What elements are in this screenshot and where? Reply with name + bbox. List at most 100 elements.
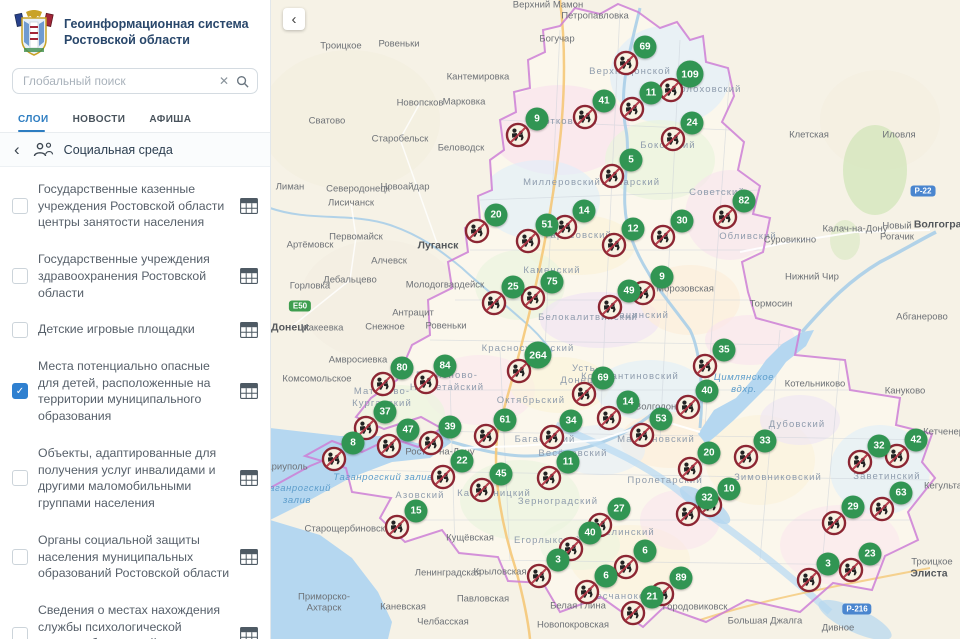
- search-icon[interactable]: [236, 75, 249, 88]
- layer-row[interactable]: Сведения о местах нахождения службы псих…: [0, 592, 270, 639]
- layer-row[interactable]: Детские игровые площадки: [0, 311, 270, 348]
- tab-afisha[interactable]: АФИША: [149, 110, 191, 132]
- layer-list: Государственные казенные учреждения Рост…: [0, 167, 270, 639]
- layer-checkbox[interactable]: [12, 268, 28, 284]
- sidebar-collapse-button[interactable]: ‹: [283, 8, 305, 30]
- children-warning-icon: [602, 233, 627, 258]
- children-warning-icon: [573, 105, 598, 130]
- town-label: Кегульта: [924, 480, 960, 491]
- town-label: Луганск: [418, 240, 459, 253]
- cluster-count: 11: [557, 451, 580, 474]
- children-warning-icon: [527, 564, 552, 589]
- cluster-count: 12: [622, 218, 645, 241]
- layer-checkbox[interactable]: [12, 322, 28, 338]
- children-warning-icon: [651, 225, 676, 250]
- cluster-count: 3: [547, 549, 570, 572]
- town-label: Лисичанск: [328, 197, 374, 208]
- back-chevron-icon[interactable]: ‹: [12, 141, 22, 158]
- town-label: Элиста: [910, 568, 947, 581]
- children-warning-icon: [470, 478, 495, 503]
- water-label: Цимлянское вдхр.: [714, 372, 774, 396]
- children-warning-icon: [678, 457, 703, 482]
- layer-checkbox[interactable]: [12, 549, 28, 565]
- children-warning-icon: [506, 123, 531, 148]
- layer-label: Объекты, адаптированные для получения ус…: [38, 445, 230, 512]
- town-label: Каневская: [380, 601, 426, 612]
- search-input[interactable]: [21, 73, 212, 89]
- town-label: Молодогвардейск: [406, 279, 484, 290]
- town-label: Ровеньки: [425, 320, 466, 331]
- cluster-count: 3: [817, 553, 840, 576]
- district-label: Зимовниковский: [734, 472, 822, 484]
- tab-layers[interactable]: СЛОИ: [18, 110, 49, 132]
- layer-checkbox[interactable]: [12, 627, 28, 639]
- cluster-count: 109: [677, 61, 704, 88]
- children-warning-icon: [597, 406, 622, 431]
- cluster-count: 63: [890, 482, 913, 505]
- cluster-count: 84: [434, 355, 457, 378]
- cluster-count: 29: [842, 496, 865, 519]
- children-warning-icon: [322, 447, 347, 472]
- layer-checkbox[interactable]: [12, 198, 28, 214]
- table-icon[interactable]: [240, 198, 258, 214]
- cluster-count: 264: [525, 342, 552, 369]
- layer-checkbox[interactable]: [12, 470, 28, 486]
- children-warning-icon: [371, 372, 396, 397]
- cluster-count: 53: [650, 408, 673, 431]
- town-label: Троицкое: [911, 556, 952, 567]
- cluster-count: 6: [595, 565, 618, 588]
- town-label: Приморско- Ахтарск: [298, 592, 350, 615]
- layer-row[interactable]: Объекты, адаптированные для получения ус…: [0, 435, 270, 522]
- town-label: Кантемировка: [447, 71, 510, 82]
- children-warning-icon: [572, 382, 597, 407]
- table-icon[interactable]: [240, 627, 258, 639]
- cluster-count: 51: [536, 214, 559, 237]
- town-label: Амвросиевка: [329, 354, 388, 365]
- layer-label: Места потенциально опасные для детей, ра…: [38, 358, 230, 425]
- cluster-count: 15: [405, 500, 428, 523]
- layer-checkbox[interactable]: [12, 383, 28, 399]
- clear-search-icon[interactable]: ✕: [219, 75, 229, 87]
- children-warning-icon: [600, 164, 625, 189]
- town-label: Ровеньки: [378, 38, 419, 49]
- children-warning-icon: [734, 445, 759, 470]
- table-icon[interactable]: [240, 383, 258, 399]
- town-label: Котельниково: [785, 378, 846, 389]
- cluster-count: 21: [641, 586, 664, 609]
- children-warning-icon: [614, 51, 639, 76]
- children-warning-icon: [598, 295, 623, 320]
- town-label: Горловка: [290, 280, 330, 291]
- app-header: Геоинформационная система Ростовской обл…: [0, 0, 270, 64]
- town-label: Новоайдар: [380, 181, 429, 192]
- table-icon[interactable]: [240, 268, 258, 284]
- layer-row[interactable]: Государственные казенные учреждения Рост…: [0, 171, 270, 241]
- town-label: Кетченеры: [923, 426, 960, 437]
- layer-row[interactable]: Государственные учреждения здравоохранен…: [0, 241, 270, 311]
- layer-row[interactable]: Органы социальной защиты населения муниц…: [0, 522, 270, 592]
- town-label: Крыловская: [473, 566, 526, 577]
- layer-label: Государственные казенные учреждения Рост…: [38, 181, 230, 231]
- cluster-count: 24: [681, 112, 704, 135]
- town-label: Петропавловка: [561, 10, 629, 21]
- town-label: Кущёвская: [446, 532, 494, 543]
- children-warning-icon: [797, 568, 822, 593]
- town-label: Макеевка: [301, 322, 344, 333]
- district-label: Октябрьский: [497, 395, 565, 407]
- town-label: Челбасская: [417, 616, 469, 627]
- cluster-count: 8: [342, 432, 365, 455]
- tab-news[interactable]: НОВОСТИ: [73, 110, 126, 132]
- children-warning-icon: [848, 450, 873, 475]
- cluster-count: 9: [526, 108, 549, 131]
- children-warning-icon: [661, 127, 686, 152]
- global-search[interactable]: ✕: [12, 68, 258, 94]
- cluster-count: 32: [696, 487, 719, 510]
- layer-row[interactable]: Места потенциально опасные для детей, ра…: [0, 348, 270, 435]
- cluster-count: 14: [573, 200, 596, 223]
- children-warning-icon: [713, 205, 738, 230]
- table-icon[interactable]: [240, 470, 258, 486]
- table-icon[interactable]: [240, 322, 258, 338]
- sidebar: Геоинформационная система Ростовской обл…: [0, 0, 271, 639]
- table-icon[interactable]: [240, 549, 258, 565]
- cluster-count: 40: [696, 380, 719, 403]
- town-label: Троицкое: [320, 40, 361, 51]
